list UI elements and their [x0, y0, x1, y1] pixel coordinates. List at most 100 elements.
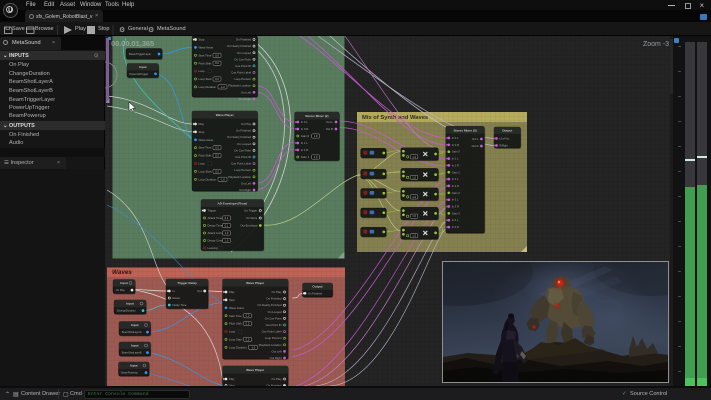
svg-text:In 1 R: In 1 R [301, 148, 308, 152]
svg-text:Cue Point ID: Cue Point ID [235, 155, 251, 159]
svg-text:Wave Player: Wave Player [216, 113, 235, 117]
svg-text:Wave Player: Wave Player [246, 281, 265, 285]
svg-text:Loop: Loop [229, 330, 236, 334]
svg-text:In 0 L: In 0 L [452, 136, 459, 140]
svg-text:1.0: 1.0 [412, 214, 416, 218]
svg-text:-1.0: -1.0 [220, 85, 225, 89]
svg-text:On Nearly Finished: On Nearly Finished [258, 303, 282, 307]
svg-text:On Looped: On Looped [237, 142, 251, 146]
svg-text:Playback Location: Playback Location [228, 84, 251, 88]
svg-text:0.0: 0.0 [215, 53, 219, 57]
svg-text:Looping: Looping [208, 246, 218, 250]
svg-text:On Cue Point: On Cue Point [234, 57, 251, 61]
svg-text:On Finished: On Finished [236, 38, 252, 42]
svg-text:ChangeDuration: ChangeDuration [117, 309, 136, 313]
svg-text:On Cue Point: On Cue Point [265, 316, 282, 320]
svg-text:In 0 R: In 0 R [301, 127, 308, 131]
svg-text:In 1 L: In 1 L [301, 141, 308, 145]
svg-text:Out Right: Out Right [239, 97, 251, 101]
svg-text:Out L: Out L [326, 120, 333, 124]
svg-text:Cue Point Label: Cue Point Label [231, 162, 251, 166]
svg-text:Wave Asset: Wave Asset [199, 45, 214, 49]
svg-text:0.0: 0.0 [215, 169, 219, 173]
svg-text:On Finished: On Finished [266, 297, 282, 301]
svg-text:On Finished: On Finished [236, 129, 252, 133]
svg-text:Decay Curve: Decay Curve [208, 239, 225, 243]
svg-text:Delay Time: Delay Time [173, 303, 187, 307]
svg-text:On Finished: On Finished [308, 291, 323, 295]
svg-text:On Nearly Finished: On Nearly Finished [227, 44, 251, 48]
svg-text:Stereo Mixer (5): Stereo Mixer (5) [453, 128, 476, 132]
svg-text:Pitch Shift: Pitch Shift [229, 322, 242, 326]
svg-text:Wave Asset: Wave Asset [229, 306, 244, 310]
svg-text:Gain 1: Gain 1 [452, 170, 460, 174]
svg-text:0.0: 0.0 [215, 154, 219, 158]
svg-text:Output: Output [312, 285, 322, 289]
svg-text:Wave Asset: Wave Asset [199, 138, 214, 142]
svg-text:Reset: Reset [173, 296, 181, 300]
svg-text:-1.0: -1.0 [220, 177, 225, 181]
svg-text:On Play: On Play [116, 289, 126, 292]
svg-text:1.0: 1.0 [412, 234, 416, 238]
svg-text:In 1 L: In 1 L [452, 157, 459, 161]
svg-text:Cue Point ID: Cue Point ID [235, 64, 251, 68]
svg-text:0.0: 0.0 [246, 314, 250, 318]
svg-text:Stop: Stop [229, 298, 235, 302]
svg-text:BeamShotLayerA: BeamShotLayerA [122, 331, 142, 334]
svg-text:In 2 R: In 2 R [452, 184, 459, 188]
svg-text:Wave Player: Wave Player [246, 368, 265, 372]
svg-text:-1.0: -1.0 [251, 345, 256, 349]
svg-text:Input: Input [130, 364, 138, 368]
svg-text:Input: Input [139, 65, 147, 69]
svg-text:0.0: 0.0 [215, 61, 219, 65]
svg-text:Output: Output [502, 129, 512, 133]
svg-text:Loop: Loop [199, 162, 206, 166]
svg-text:Gain 0: Gain 0 [301, 134, 310, 138]
svg-text:Out Envelope: Out Envelope [240, 224, 257, 228]
svg-text:In 3 L: In 3 L [452, 198, 459, 202]
svg-text:Stop: Stop [199, 130, 205, 134]
svg-text:In 0 L: In 0 L [301, 120, 308, 124]
svg-text:Trigger: Trigger [208, 209, 217, 213]
svg-text:Gain 3: Gain 3 [452, 211, 460, 215]
svg-text:Loop Start: Loop Start [229, 337, 242, 341]
svg-text:1.0: 1.0 [225, 239, 229, 243]
svg-text:Input: Input [126, 302, 134, 306]
svg-text:Out Right: Out Right [239, 188, 251, 192]
svg-text:Play: Play [229, 290, 235, 294]
svg-text:Loop Percent: Loop Percent [265, 336, 282, 340]
svg-text:Pitch Shift: Pitch Shift [199, 154, 212, 158]
svg-text:Cue Point Label: Cue Point Label [262, 330, 282, 334]
svg-text:On Nearly Finished: On Nearly Finished [227, 135, 251, 139]
svg-text:1.0: 1.0 [412, 155, 416, 159]
svg-text:Input: Input [131, 323, 139, 327]
svg-text:BeamTriggerLayer: BeamTriggerLayer [129, 52, 151, 56]
svg-text:Out R: Out R [326, 127, 333, 131]
svg-text:On Play: On Play [272, 290, 283, 294]
svg-text:Stop: Stop [199, 38, 205, 42]
svg-text:Loop: Loop [199, 69, 206, 73]
svg-text:Playback Location: Playback Location [228, 175, 251, 179]
svg-text:Start Time: Start Time [199, 146, 212, 150]
svg-text:On Trigger: On Trigger [244, 209, 257, 213]
svg-text:1.0: 1.0 [314, 155, 318, 159]
svg-text:R/Right ..: R/Right .. [499, 145, 510, 148]
svg-text:On Done: On Done [246, 216, 258, 220]
svg-text:0.0: 0.0 [246, 322, 250, 326]
svg-text:Pitch Shift: Pitch Shift [199, 61, 212, 65]
svg-text:Attack Curve: Attack Curve [208, 231, 224, 235]
svg-text:Cue Point ID: Cue Point ID [266, 323, 282, 327]
svg-text:Play: Play [199, 122, 205, 126]
svg-text:In 0 R: In 0 R [452, 143, 459, 147]
svg-text:Loop Duration: Loop Duration [199, 85, 217, 89]
svg-text:Out Left: Out Left [272, 349, 282, 353]
svg-text:L/Left Au..: L/Left Au.. [499, 138, 511, 141]
svg-text:Attack Time: Attack Time [208, 216, 223, 220]
svg-text:Out Left: Out Left [241, 182, 251, 186]
svg-text:Stereo Mixer (2): Stereo Mixer (2) [305, 114, 328, 118]
svg-text:Input: Input [131, 344, 139, 348]
svg-text:Out: Out [197, 289, 202, 293]
svg-text:BeamShotLayerB: BeamShotLayerB [122, 352, 142, 355]
svg-text:In 3 R: In 3 R [452, 205, 459, 209]
svg-text:Playback Location: Playback Location [259, 343, 282, 347]
